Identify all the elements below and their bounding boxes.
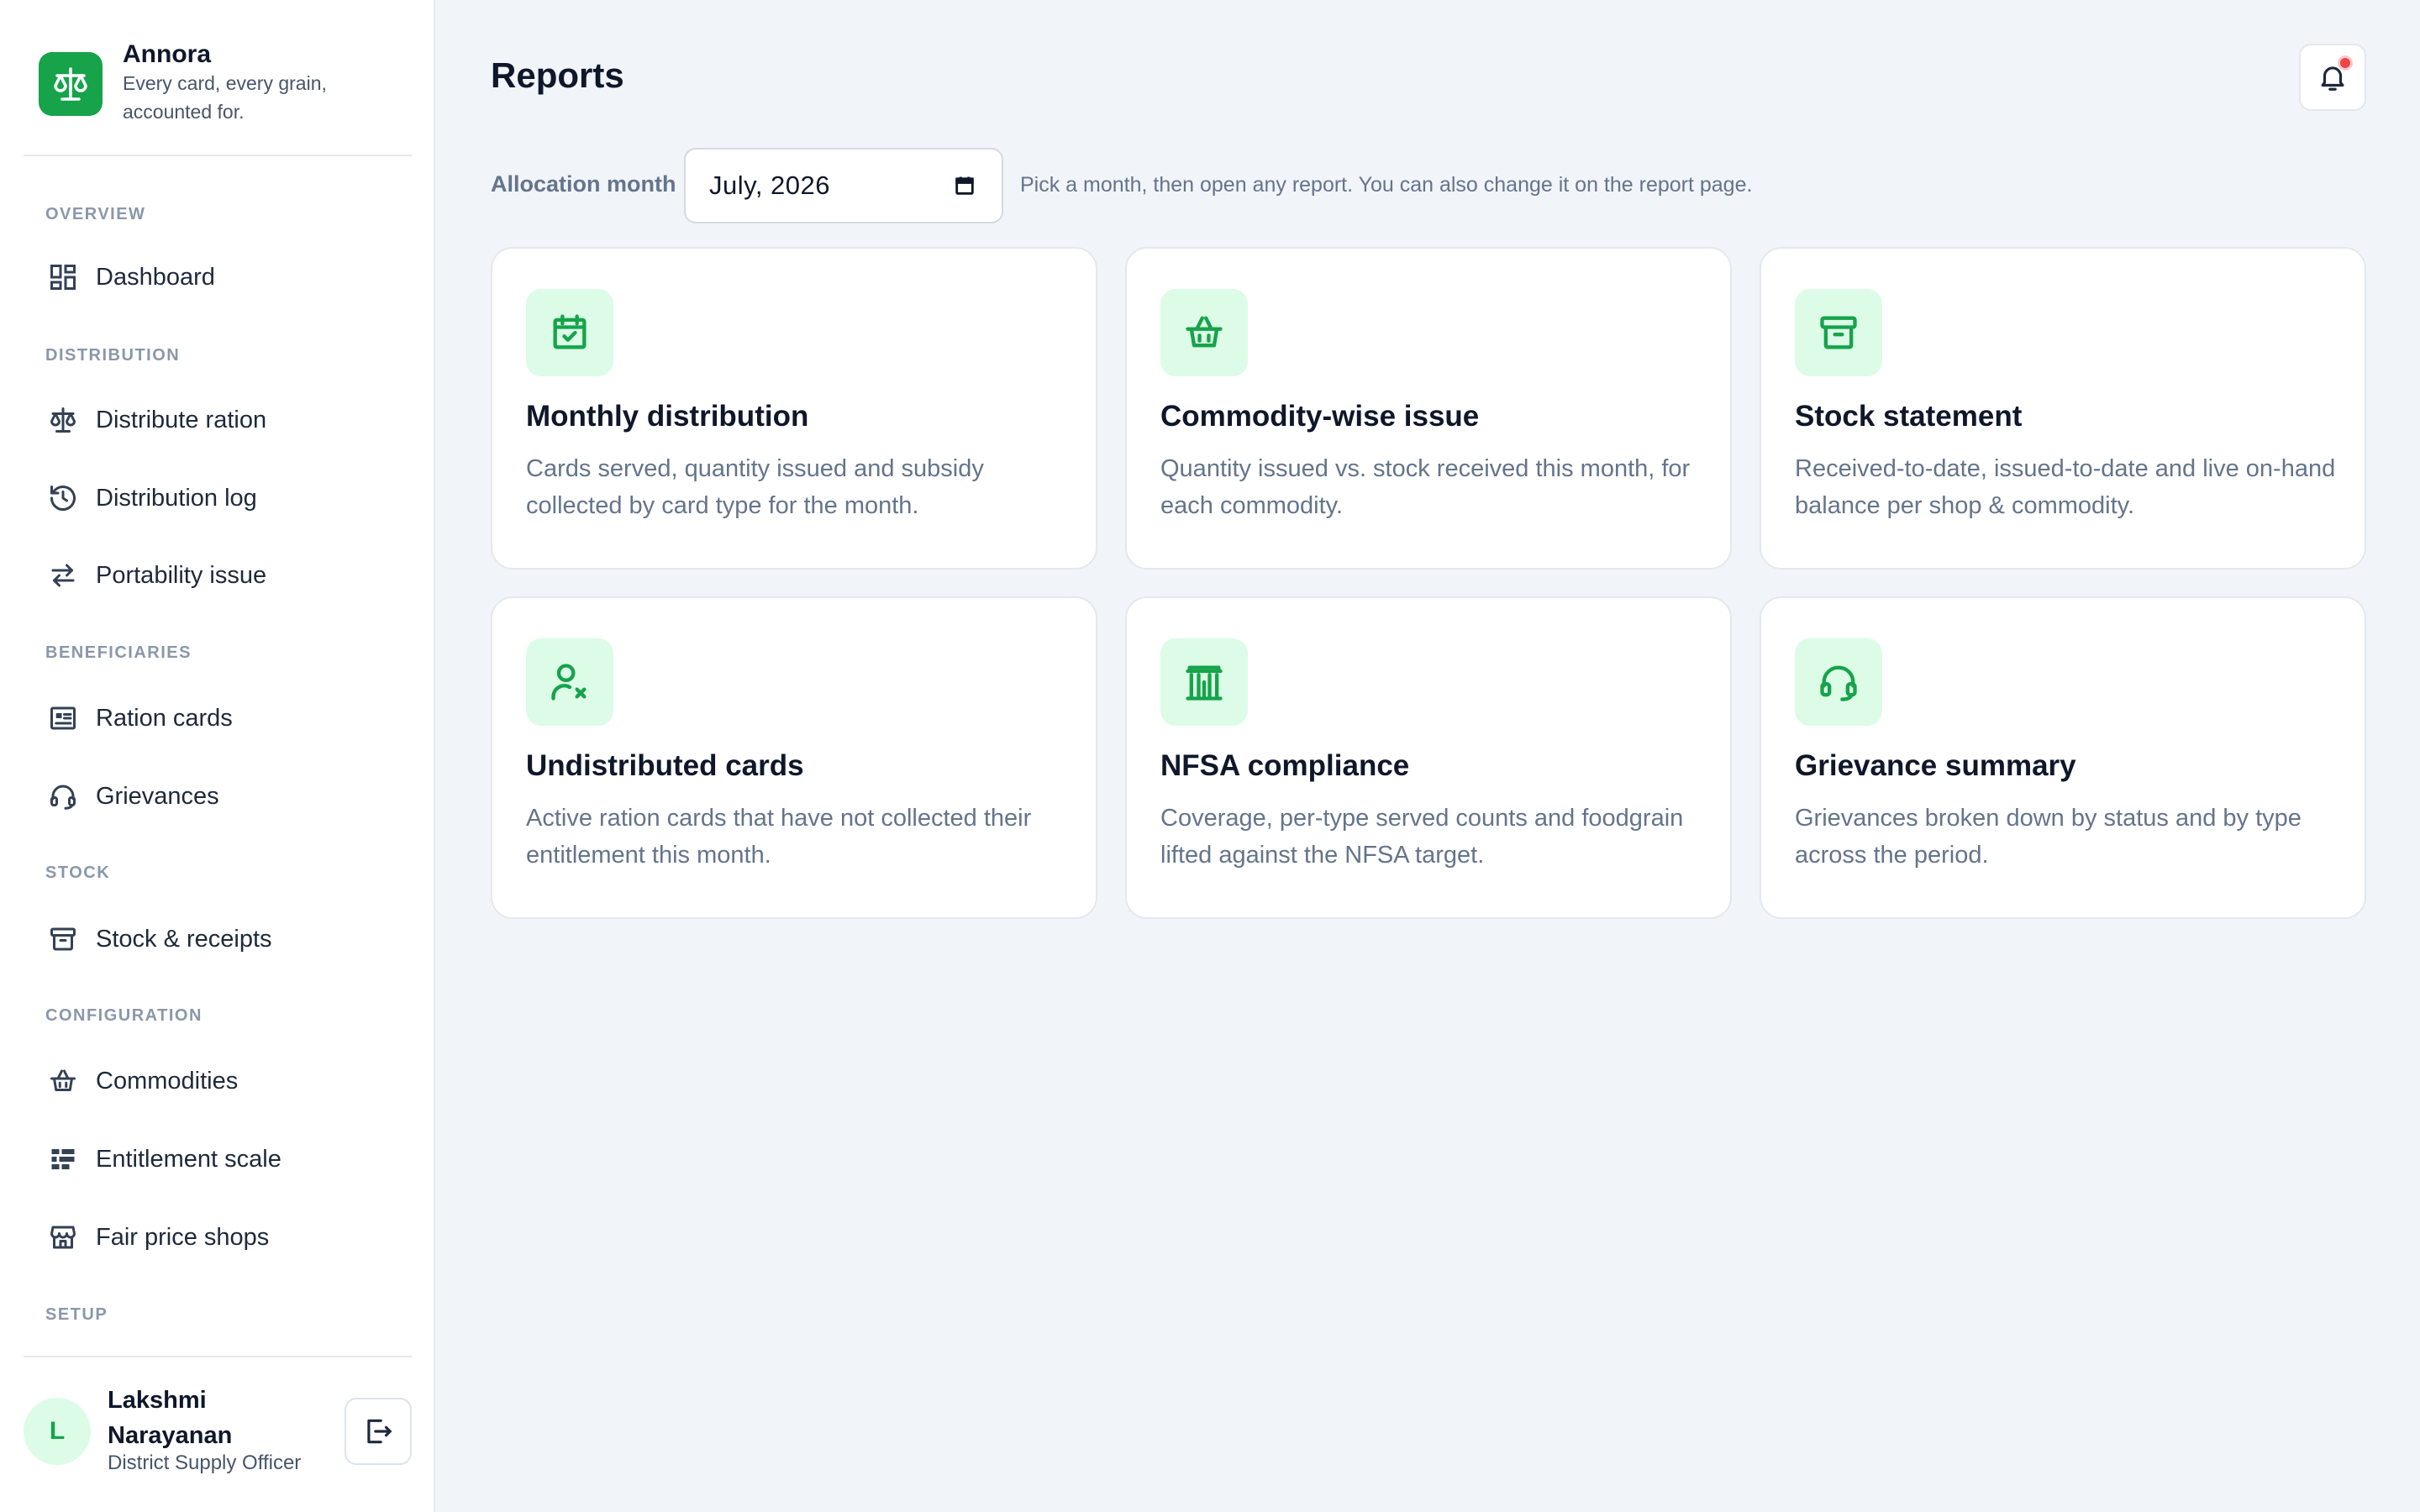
user-role: District Supply Officer	[108, 1452, 302, 1474]
sidebar-item-entitlement-scale[interactable]: Entitlement scale	[24, 1127, 412, 1191]
report-description: Quantity issued vs. stock received this …	[1160, 455, 1691, 519]
storefront-icon	[45, 1220, 81, 1255]
allocation-month-input[interactable]: July, 2026	[684, 148, 1003, 223]
sidebar-item-fair-price-shops[interactable]: Fair price shops	[24, 1205, 412, 1269]
report-description: Cards served, quantity issued and subsid…	[526, 455, 984, 519]
calendar-icon[interactable]	[953, 174, 976, 197]
sidebar-item-label: Fair price shops	[96, 1223, 270, 1251]
brand: Annora Every card, every grain, accounte…	[39, 40, 375, 126]
avatar: L	[24, 1398, 91, 1465]
report-card-grievance-summary[interactable]: Grievance summary Grievances broken down…	[1760, 596, 2366, 919]
sidebar-item-label: Commodities	[96, 1067, 239, 1095]
section-label-beneficiaries: BENEFICIARIES	[45, 643, 192, 662]
section-label-setup: SETUP	[45, 1305, 108, 1324]
section-label-distribution: DISTRIBUTION	[45, 346, 181, 365]
notification-dot	[2338, 55, 2353, 71]
sidebar-item-dashboard[interactable]: Dashboard	[24, 245, 412, 309]
report-title: Grievance summary	[1795, 749, 2076, 782]
report-card-monthly-distribution[interactable]: Monthly distribution Cards served, quant…	[491, 247, 1097, 570]
report-description: Received-to-date, issued-to-date and liv…	[1795, 455, 2336, 519]
section-label-overview: OVERVIEW	[45, 205, 146, 223]
sidebar-item-distribute-ration[interactable]: Distribute ration	[24, 388, 412, 452]
notifications-button[interactable]	[2299, 44, 2366, 111]
report-card-undistributed-cards[interactable]: Undistributed cards Active ration cards …	[491, 596, 1097, 919]
report-title: Undistributed cards	[526, 749, 804, 782]
card-icon	[45, 701, 81, 736]
sidebar-item-commodities[interactable]: Commodities	[24, 1049, 412, 1113]
headset-icon	[45, 779, 81, 814]
sidebar-item-label: Dashboard	[96, 263, 215, 291]
basket-icon	[1160, 289, 1248, 376]
scale-logo-icon	[39, 52, 103, 116]
divider	[24, 1356, 412, 1357]
user-name: Lakshmi Narayanan	[108, 1387, 233, 1449]
brand-name: Annora	[123, 40, 211, 68]
sidebar: Annora Every card, every grain, accounte…	[0, 0, 435, 1512]
sidebar-item-portability-issue[interactable]: Portability issue	[24, 543, 412, 607]
sidebar-item-label: Entitlement scale	[96, 1145, 281, 1173]
archive-box-icon	[1795, 289, 1882, 376]
sidebar-item-label: Portability issue	[96, 561, 267, 589]
report-card-stock-statement[interactable]: Stock statement Received-to-date, issued…	[1760, 247, 2366, 570]
sidebar-item-label: Grievances	[96, 782, 219, 810]
sidebar-item-label: Ration cards	[96, 704, 233, 732]
section-label-stock: STOCK	[45, 864, 111, 882]
logout-icon	[362, 1415, 394, 1447]
report-title: Commodity-wise issue	[1160, 400, 1480, 433]
headset-icon	[1795, 638, 1882, 726]
report-description: Active ration cards that have not collec…	[526, 805, 1032, 869]
month-hint: Pick a month, then open any report. You …	[1020, 173, 1753, 197]
dashboard-icon	[45, 260, 81, 295]
report-description: Coverage, per-type served counts and foo…	[1160, 805, 1684, 869]
sidebar-item-label: Distribute ration	[96, 406, 267, 433]
logout-button[interactable]	[345, 1398, 412, 1465]
allocation-month-label: Allocation month	[491, 171, 676, 197]
month-value: July, 2026	[709, 171, 831, 200]
list-bars-icon	[45, 1142, 81, 1177]
building-columns-icon	[1160, 638, 1248, 726]
report-title: NFSA compliance	[1160, 749, 1410, 782]
scale-icon	[45, 402, 81, 438]
basket-icon	[45, 1063, 81, 1099]
report-description: Grievances broken down by status and by …	[1795, 805, 2302, 869]
brand-tagline: Every card, every grain, accounted for.	[123, 72, 327, 123]
section-label-configuration: CONFIGURATION	[45, 1006, 203, 1025]
report-card-nfsa-compliance[interactable]: NFSA compliance Coverage, per-type serve…	[1125, 596, 1732, 919]
user-x-icon	[526, 638, 613, 726]
page-title: Reports	[491, 55, 624, 95]
archive-box-icon	[45, 921, 81, 957]
sidebar-item-stock-receipts[interactable]: Stock & receipts	[24, 907, 412, 971]
sidebar-item-ration-cards[interactable]: Ration cards	[24, 686, 412, 750]
report-title: Monthly distribution	[526, 400, 809, 433]
divider	[24, 155, 412, 156]
sidebar-item-label: Stock & receipts	[96, 925, 272, 953]
sidebar-item-label: Distribution log	[96, 484, 257, 512]
sidebar-item-grievances[interactable]: Grievances	[24, 764, 412, 828]
report-title: Stock statement	[1795, 400, 2023, 433]
calendar-check-icon	[526, 289, 613, 376]
sidebar-item-distribution-log[interactable]: Distribution log	[24, 466, 412, 530]
swap-arrows-icon	[45, 558, 81, 593]
report-card-commodity-wise-issue[interactable]: Commodity-wise issue Quantity issued vs.…	[1125, 247, 1732, 570]
history-icon	[45, 480, 81, 516]
